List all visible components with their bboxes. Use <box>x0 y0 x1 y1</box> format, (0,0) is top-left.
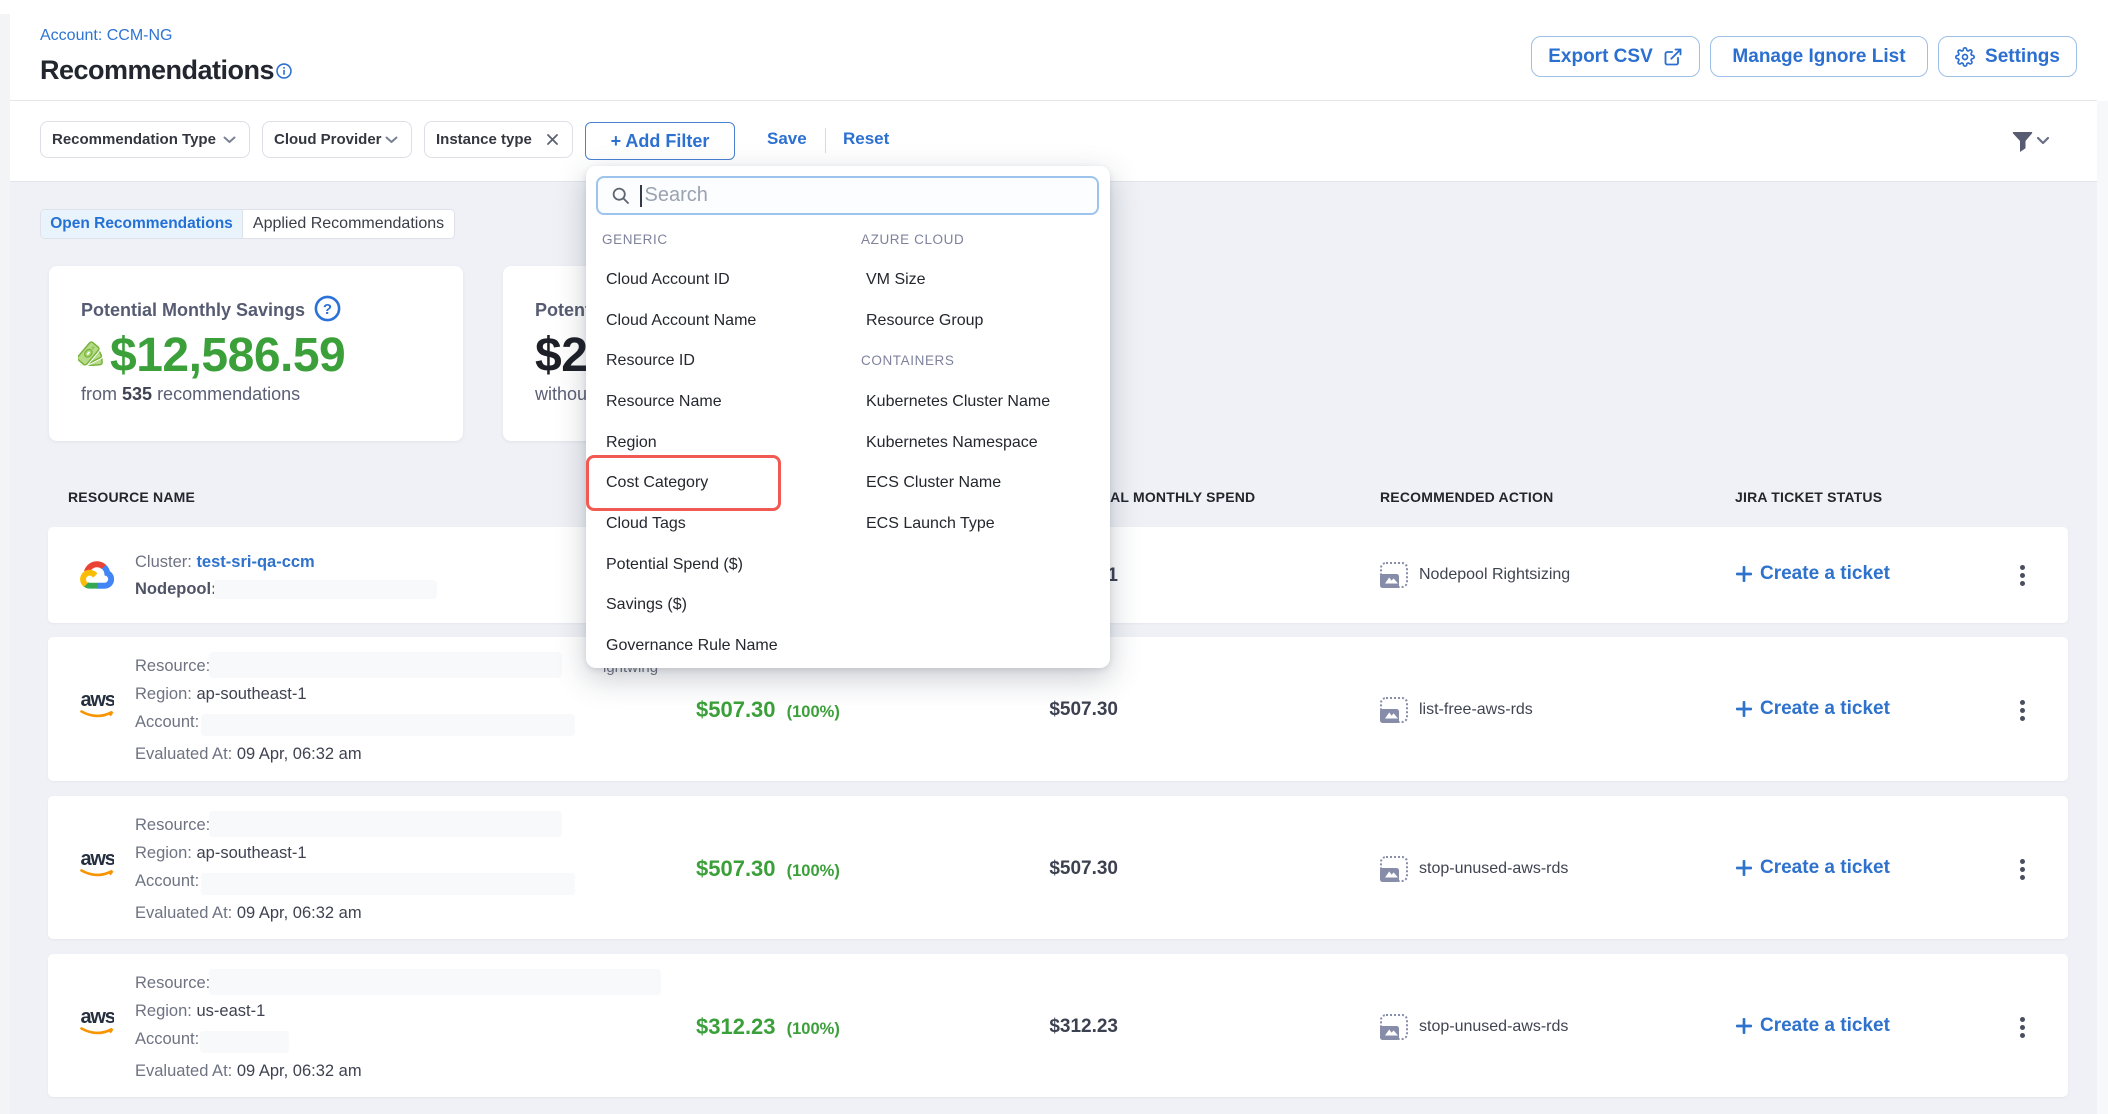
svg-text:aws: aws <box>81 690 115 711</box>
svg-text:aws: aws <box>81 1007 115 1028</box>
svg-text:aws: aws <box>81 849 115 870</box>
svg-text:?: ? <box>323 301 332 318</box>
